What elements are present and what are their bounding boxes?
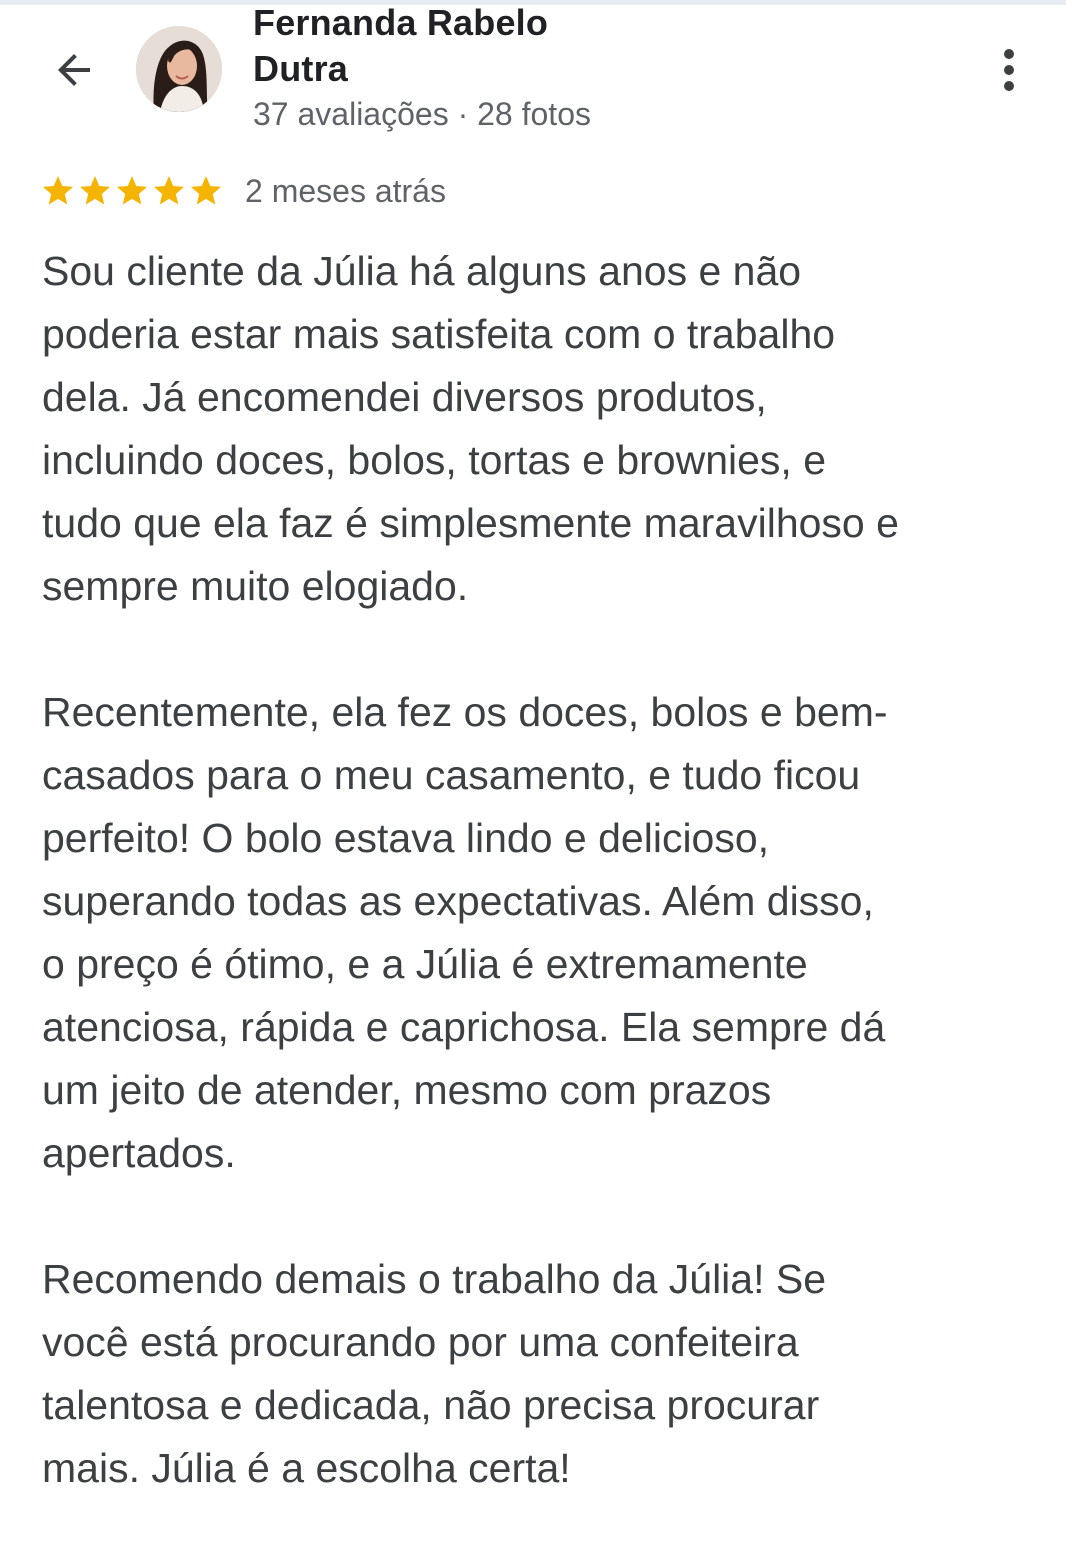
reviewer-stats: 37 avaliações · 28 fotos [253, 96, 591, 132]
reviewer-name[interactable]: Fernanda Rabelo Dutra [253, 0, 813, 92]
review-header: Fernanda Rabelo Dutra 37 avaliações · 28… [0, 0, 1066, 150]
review-date: 2 meses atrás [245, 172, 446, 209]
rating-row: 2 meses atrás [40, 170, 446, 212]
more-options-button[interactable] [984, 40, 1034, 100]
back-button[interactable] [42, 38, 106, 102]
star-icon [154, 176, 184, 205]
star-rating [40, 173, 225, 209]
arrow-left-icon [58, 54, 90, 86]
reviewer-avatar[interactable] [136, 26, 222, 112]
avatar-photo [136, 26, 222, 112]
more-vert-icon [1004, 49, 1014, 91]
review-paragraph-3: Recomendo demais o trabalho da Júlia! Se… [42, 1256, 827, 1491]
review-paragraph-2: Recentemente, ela fez os doces, bolos e … [42, 689, 888, 1176]
star-icon [117, 176, 147, 205]
star-icon [43, 176, 73, 205]
review-text: Sou cliente da Júlia há alguns anos e nã… [42, 240, 1052, 1563]
star-icon [80, 176, 110, 205]
review-paragraph-1: Sou cliente da Júlia há alguns anos e nã… [42, 248, 899, 609]
star-icon [191, 176, 221, 205]
